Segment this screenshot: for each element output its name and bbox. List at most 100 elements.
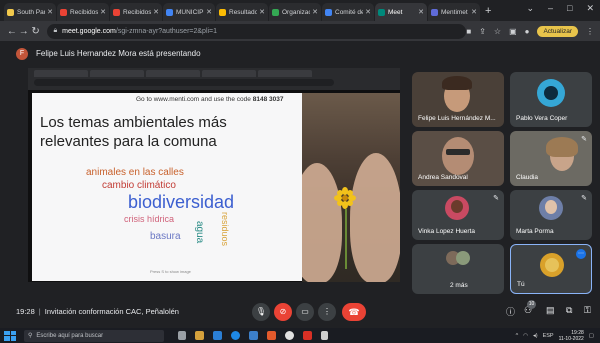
minimize-icon[interactable]: –: [548, 3, 553, 14]
browser-tab-strip: South Par ✕ Recibidos ✕ Recibidos ✕ MUNICIP…: [0, 0, 600, 21]
participant-tile[interactable]: Felipe Luis Hernández M...: [412, 72, 504, 127]
extensions-icon[interactable]: ▣: [509, 27, 517, 36]
chrome-icon[interactable]: [285, 331, 294, 340]
more-participants-tile[interactable]: 2 más: [412, 244, 504, 294]
flower-icon: [334, 187, 356, 209]
leave-call-button[interactable]: ☎︎: [342, 303, 366, 321]
tab-title: Comité de: [335, 8, 364, 16]
word-cloud-word: agua: [194, 221, 205, 244]
close-icon[interactable]: ✕: [418, 8, 424, 16]
microphone-button[interactable]: 🎙︎: [252, 303, 270, 321]
activities-icon[interactable]: ⧉: [566, 305, 572, 316]
app-icon[interactable]: [303, 331, 312, 340]
powerpoint-icon[interactable]: [267, 331, 276, 340]
pin-icon[interactable]: ✎: [493, 194, 499, 202]
update-button[interactable]: Actualizar: [537, 25, 579, 37]
participant-tile[interactable]: ✎ Marta Porma: [510, 190, 592, 240]
browser-tab[interactable]: Mentimet ✕: [428, 3, 480, 21]
maximize-icon[interactable]: □: [567, 3, 572, 14]
wifi-icon[interactable]: ◠: [523, 333, 528, 339]
url-input[interactable]: 🔒︎ meet.google.com/sgi-zmna-ayr?authuser…: [47, 23, 467, 39]
lock-icon: 🔒︎: [53, 27, 58, 34]
taskbar-search-input[interactable]: ⚲ Escribe aquí para buscar: [24, 329, 164, 342]
windows-start-icon[interactable]: [4, 330, 16, 341]
pin-icon[interactable]: ✎: [581, 194, 587, 202]
tray-up-icon[interactable]: ^: [516, 333, 519, 339]
browser-tab-active[interactable]: Meet ✕: [375, 3, 427, 21]
forward-icon[interactable]: →: [18, 26, 30, 37]
pin-icon[interactable]: ✎: [581, 135, 587, 143]
browser-tab[interactable]: Resultado ✕: [216, 3, 268, 21]
toolbar-icons: ■ ⇪ ☆ ▣ ● Actualizar ⋮: [466, 25, 594, 37]
word-cloud-word: residuos: [220, 212, 230, 247]
browser-tab[interactable]: Comité de ✕: [322, 3, 374, 21]
participant-name: Pablo Vera Coper: [516, 115, 568, 122]
menu-icon[interactable]: ⋮: [586, 27, 594, 36]
browser-tab[interactable]: Recibidos ✕: [110, 3, 162, 21]
captions-button[interactable]: ▭: [296, 303, 314, 321]
close-icon[interactable]: ✕: [206, 8, 212, 16]
camera-off-button[interactable]: ⊘: [274, 303, 292, 321]
info-icon[interactable]: ⓘ: [506, 305, 515, 318]
word-cloud-word: biodiversidad: [128, 192, 235, 212]
close-icon[interactable]: ✕: [47, 8, 53, 16]
file-explorer-icon[interactable]: [195, 331, 204, 340]
reload-icon[interactable]: ↻: [30, 26, 42, 37]
more-options-icon[interactable]: ⋯: [576, 249, 586, 259]
tab-title: MUNICIP: [176, 8, 204, 16]
meeting-time: 19:28: [16, 307, 35, 316]
new-tab-button[interactable]: +: [485, 5, 491, 17]
participant-tile[interactable]: ✎ Vinka Lopez Huerta: [412, 190, 504, 240]
screen: South Par ✕ Recibidos ✕ Recibidos ✕ MUNICIP…: [0, 0, 600, 343]
browser-tab[interactable]: Recibidos ✕: [57, 3, 109, 21]
close-icon[interactable]: ✕: [365, 8, 371, 16]
volume-icon[interactable]: ◂): [533, 333, 538, 339]
participant-name: Vinka Lopez Huerta: [418, 228, 475, 235]
language-indicator[interactable]: ESP: [543, 333, 554, 339]
participant-tile[interactable]: Andrea Sandoval: [412, 131, 504, 186]
settings-icon[interactable]: [321, 331, 328, 340]
tab-favicon-icon: [7, 8, 14, 16]
search-icon: ⚲: [28, 333, 33, 339]
back-icon[interactable]: ←: [6, 26, 18, 37]
clock-date: 11-10-2022: [558, 335, 584, 342]
participant-name: Tú: [517, 281, 525, 288]
close-icon[interactable]: ✕: [153, 8, 159, 16]
self-tile[interactable]: ⋯ Tú: [510, 244, 592, 294]
task-view-icon[interactable]: [178, 331, 186, 340]
star-icon[interactable]: ☆: [494, 27, 501, 36]
tab-title: Resultado: [229, 8, 258, 16]
close-icon[interactable]: ✕: [312, 8, 318, 16]
browser-tab[interactable]: South Par ✕: [4, 3, 56, 21]
participant-tile[interactable]: Pablo Vera Coper: [510, 72, 592, 127]
edge-icon[interactable]: [231, 331, 240, 340]
sheets-icon: [272, 8, 279, 16]
browser-tab[interactable]: Organizac ✕: [269, 3, 321, 21]
participant-tile[interactable]: ✎ Claudia: [510, 131, 592, 186]
lock-icon[interactable]: ⚿: [584, 305, 591, 316]
participant-name: Andrea Sandoval: [418, 174, 468, 181]
tab-title: South Par: [17, 8, 46, 16]
profile-icon[interactable]: ●: [525, 27, 530, 36]
chevron-down-icon[interactable]: ⌄: [526, 3, 534, 14]
shared-screen: Go to www.menti.com and use the code 814…: [28, 68, 400, 282]
word-icon[interactable]: [249, 331, 258, 340]
gmail-icon: [60, 8, 67, 16]
shared-browser-chrome: [28, 68, 400, 90]
camera-icon[interactable]: ■: [466, 27, 471, 36]
word-cloud-word: basura: [150, 231, 181, 242]
join-code: 8148 3037: [252, 96, 284, 103]
more-options-button[interactable]: ⋮: [318, 303, 336, 321]
doc-icon: [166, 8, 173, 16]
store-icon[interactable]: [213, 331, 222, 340]
clock[interactable]: 19:28 11-10-2022: [559, 330, 584, 342]
close-window-icon[interactable]: ✕: [586, 3, 594, 14]
close-icon[interactable]: ✕: [259, 8, 265, 16]
browser-tab[interactable]: MUNICIP ✕: [163, 3, 215, 21]
chat-icon[interactable]: ▤: [546, 305, 555, 316]
notifications-icon[interactable]: ▢: [589, 333, 594, 339]
close-icon[interactable]: ✕: [471, 8, 477, 16]
close-icon[interactable]: ✕: [100, 8, 106, 16]
share-icon[interactable]: ⇪: [479, 27, 486, 36]
slide-title: Los temas ambientales más relevantes par…: [40, 114, 227, 150]
